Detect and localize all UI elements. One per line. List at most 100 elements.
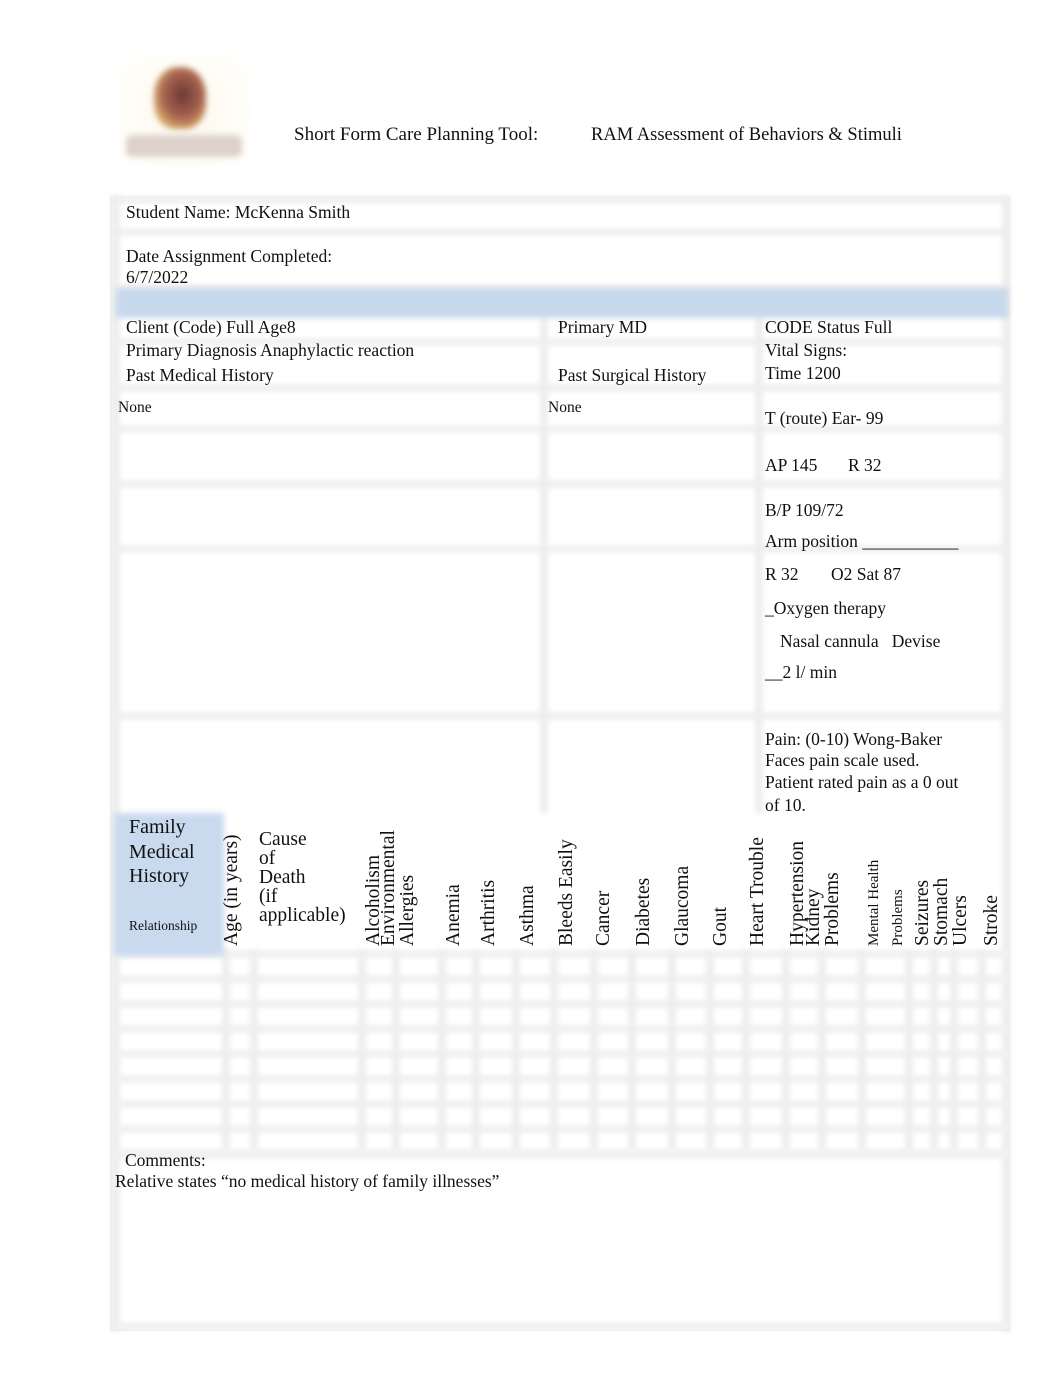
grid-line — [438, 950, 446, 1150]
crest-icon — [154, 67, 206, 129]
grid-line — [112, 196, 120, 1331]
school-logo — [118, 55, 250, 167]
condition-header-line: Problems — [890, 889, 906, 946]
condition-header-line: Ulcers — [950, 895, 971, 946]
condition-header: Stomach Ulcers — [931, 877, 971, 946]
condition-header-line: Glaucoma — [672, 865, 693, 946]
condition-header-line: Stomach — [931, 877, 952, 946]
vital-apical-pulse[interactable]: AP 145 — [765, 454, 817, 476]
date-label: Date Assignment Completed: — [126, 246, 333, 266]
past-surgical-value[interactable]: None — [548, 397, 582, 419]
grid-line — [472, 950, 480, 1150]
grid-line — [116, 480, 1008, 488]
grid-line — [628, 950, 636, 1150]
vital-respiration-2[interactable]: R 32 — [765, 563, 799, 585]
logo-banner — [126, 135, 242, 157]
pain-line-4[interactable]: of 10. — [765, 794, 806, 816]
grid-line — [540, 318, 548, 813]
relationship-label: Relationship — [129, 918, 198, 933]
grid-line — [358, 950, 366, 1150]
age-column-header: Age (in years) — [221, 834, 242, 946]
grid-line — [818, 950, 826, 1150]
cause-line: of — [259, 848, 276, 869]
past-medical-value[interactable]: None — [118, 397, 152, 419]
grid-line — [112, 1322, 1008, 1330]
grid-line — [950, 950, 958, 1150]
condition-header: Environmental Allergies — [378, 830, 418, 946]
condition-header: Problems — [890, 889, 906, 946]
grid-line — [755, 318, 763, 813]
comments-label: Comments: — [125, 1150, 206, 1170]
oxygen-flow[interactable]: __2 l/ min — [765, 661, 837, 683]
grid-line — [858, 950, 866, 1150]
primary-md-label: Primary MD — [558, 317, 647, 337]
pain-line-3[interactable]: Patient rated pain as a 0 out — [765, 771, 958, 793]
grid-line — [222, 950, 230, 1150]
condition-header-line: Seizures — [912, 879, 933, 946]
condition-header-line: Gout — [710, 907, 731, 946]
vital-time[interactable]: Time 1200 — [765, 362, 841, 384]
condition-header-line: Heart Trouble — [747, 837, 768, 946]
vital-respiration[interactable]: R 32 — [848, 454, 882, 476]
condition-header-line: Kidney — [803, 888, 824, 946]
grid-line — [782, 950, 790, 1150]
condition-header: Gout — [710, 907, 731, 946]
condition-header-line: Mental Health — [866, 859, 882, 946]
condition-header: Kidney Problems — [803, 872, 843, 946]
grid-line — [112, 1150, 1008, 1158]
past-medical-label: Past Medical History — [126, 365, 274, 385]
vital-arm-position[interactable]: Arm position ___________ — [765, 530, 958, 552]
grid-line — [706, 950, 714, 1150]
oxygen-therapy[interactable]: _Oxygen therapy — [765, 597, 886, 619]
cause-line: applicable) — [259, 905, 346, 926]
condition-header: Cancer — [593, 890, 614, 946]
grid-line — [116, 712, 1008, 720]
condition-header: Bleeds Easily — [556, 839, 577, 946]
condition-header: Heart Trouble — [747, 837, 768, 946]
grid-line — [668, 950, 676, 1150]
grid-line — [512, 950, 520, 1150]
condition-header: Seizures — [912, 879, 933, 946]
primary-diagnosis[interactable]: Primary Diagnosis Anaphylactic reaction — [126, 339, 414, 361]
student-name[interactable]: Student Name: McKenna Smith — [126, 201, 350, 223]
comments-text[interactable]: Relative states “no medical history of f… — [115, 1171, 499, 1192]
cause-of-death-header: Cause of Death (if applicable) — [259, 829, 346, 926]
condition-header-line: Cancer — [593, 890, 614, 946]
condition-header-line: Stroke — [981, 895, 1002, 946]
date-value[interactable]: 6/7/2022 — [126, 266, 188, 288]
condition-header: Diabetes — [633, 877, 654, 946]
cause-line: Cause — [259, 829, 307, 850]
vital-o2-sat[interactable]: O2 Sat 87 — [831, 563, 901, 585]
vital-blood-pressure[interactable]: B/P 109/72 — [765, 499, 844, 521]
page-title: Short Form Care Planning Tool: — [294, 124, 539, 145]
condition-header-line: Asthma — [517, 885, 538, 946]
pain-line-2[interactable]: Faces pain scale used. — [765, 749, 920, 771]
grid-line — [742, 950, 750, 1150]
family-title-line: History — [129, 865, 189, 887]
family-title-line: Medical — [129, 840, 195, 863]
grid-line — [978, 950, 986, 1150]
cause-line: (if — [259, 886, 278, 907]
condition-header-line: Bleeds Easily — [556, 839, 577, 946]
condition-header-line: Problems — [822, 872, 843, 946]
condition-header: Stroke — [981, 895, 1002, 946]
grid-line — [590, 950, 598, 1150]
grid-line — [112, 228, 1008, 236]
condition-header-line: Anemia — [443, 884, 464, 946]
grid-line — [905, 950, 913, 1150]
vital-temperature[interactable]: T (route) Ear- 99 — [765, 407, 883, 429]
oxygen-device[interactable]: Nasal cannula Devise — [780, 630, 940, 652]
grid-line — [550, 950, 558, 1150]
condition-header-line: Environmental — [378, 830, 399, 946]
grid-line — [250, 950, 258, 1150]
grid-line — [1002, 196, 1010, 1331]
pain-line-1[interactable]: Pain: (0-10) Wong-Baker — [765, 728, 942, 750]
page-subtitle: RAM Assessment of Behaviors & Stimuli — [591, 125, 902, 145]
condition-header-line: Diabetes — [633, 877, 654, 946]
grid-line — [930, 950, 938, 1150]
condition-header-line: Allergies — [397, 874, 418, 946]
client-code[interactable]: Client (Code) Full Age8 — [126, 316, 296, 338]
grid-line — [392, 950, 400, 1150]
condition-header: Anemia — [443, 884, 464, 946]
code-status[interactable]: CODE Status Full — [765, 316, 892, 338]
